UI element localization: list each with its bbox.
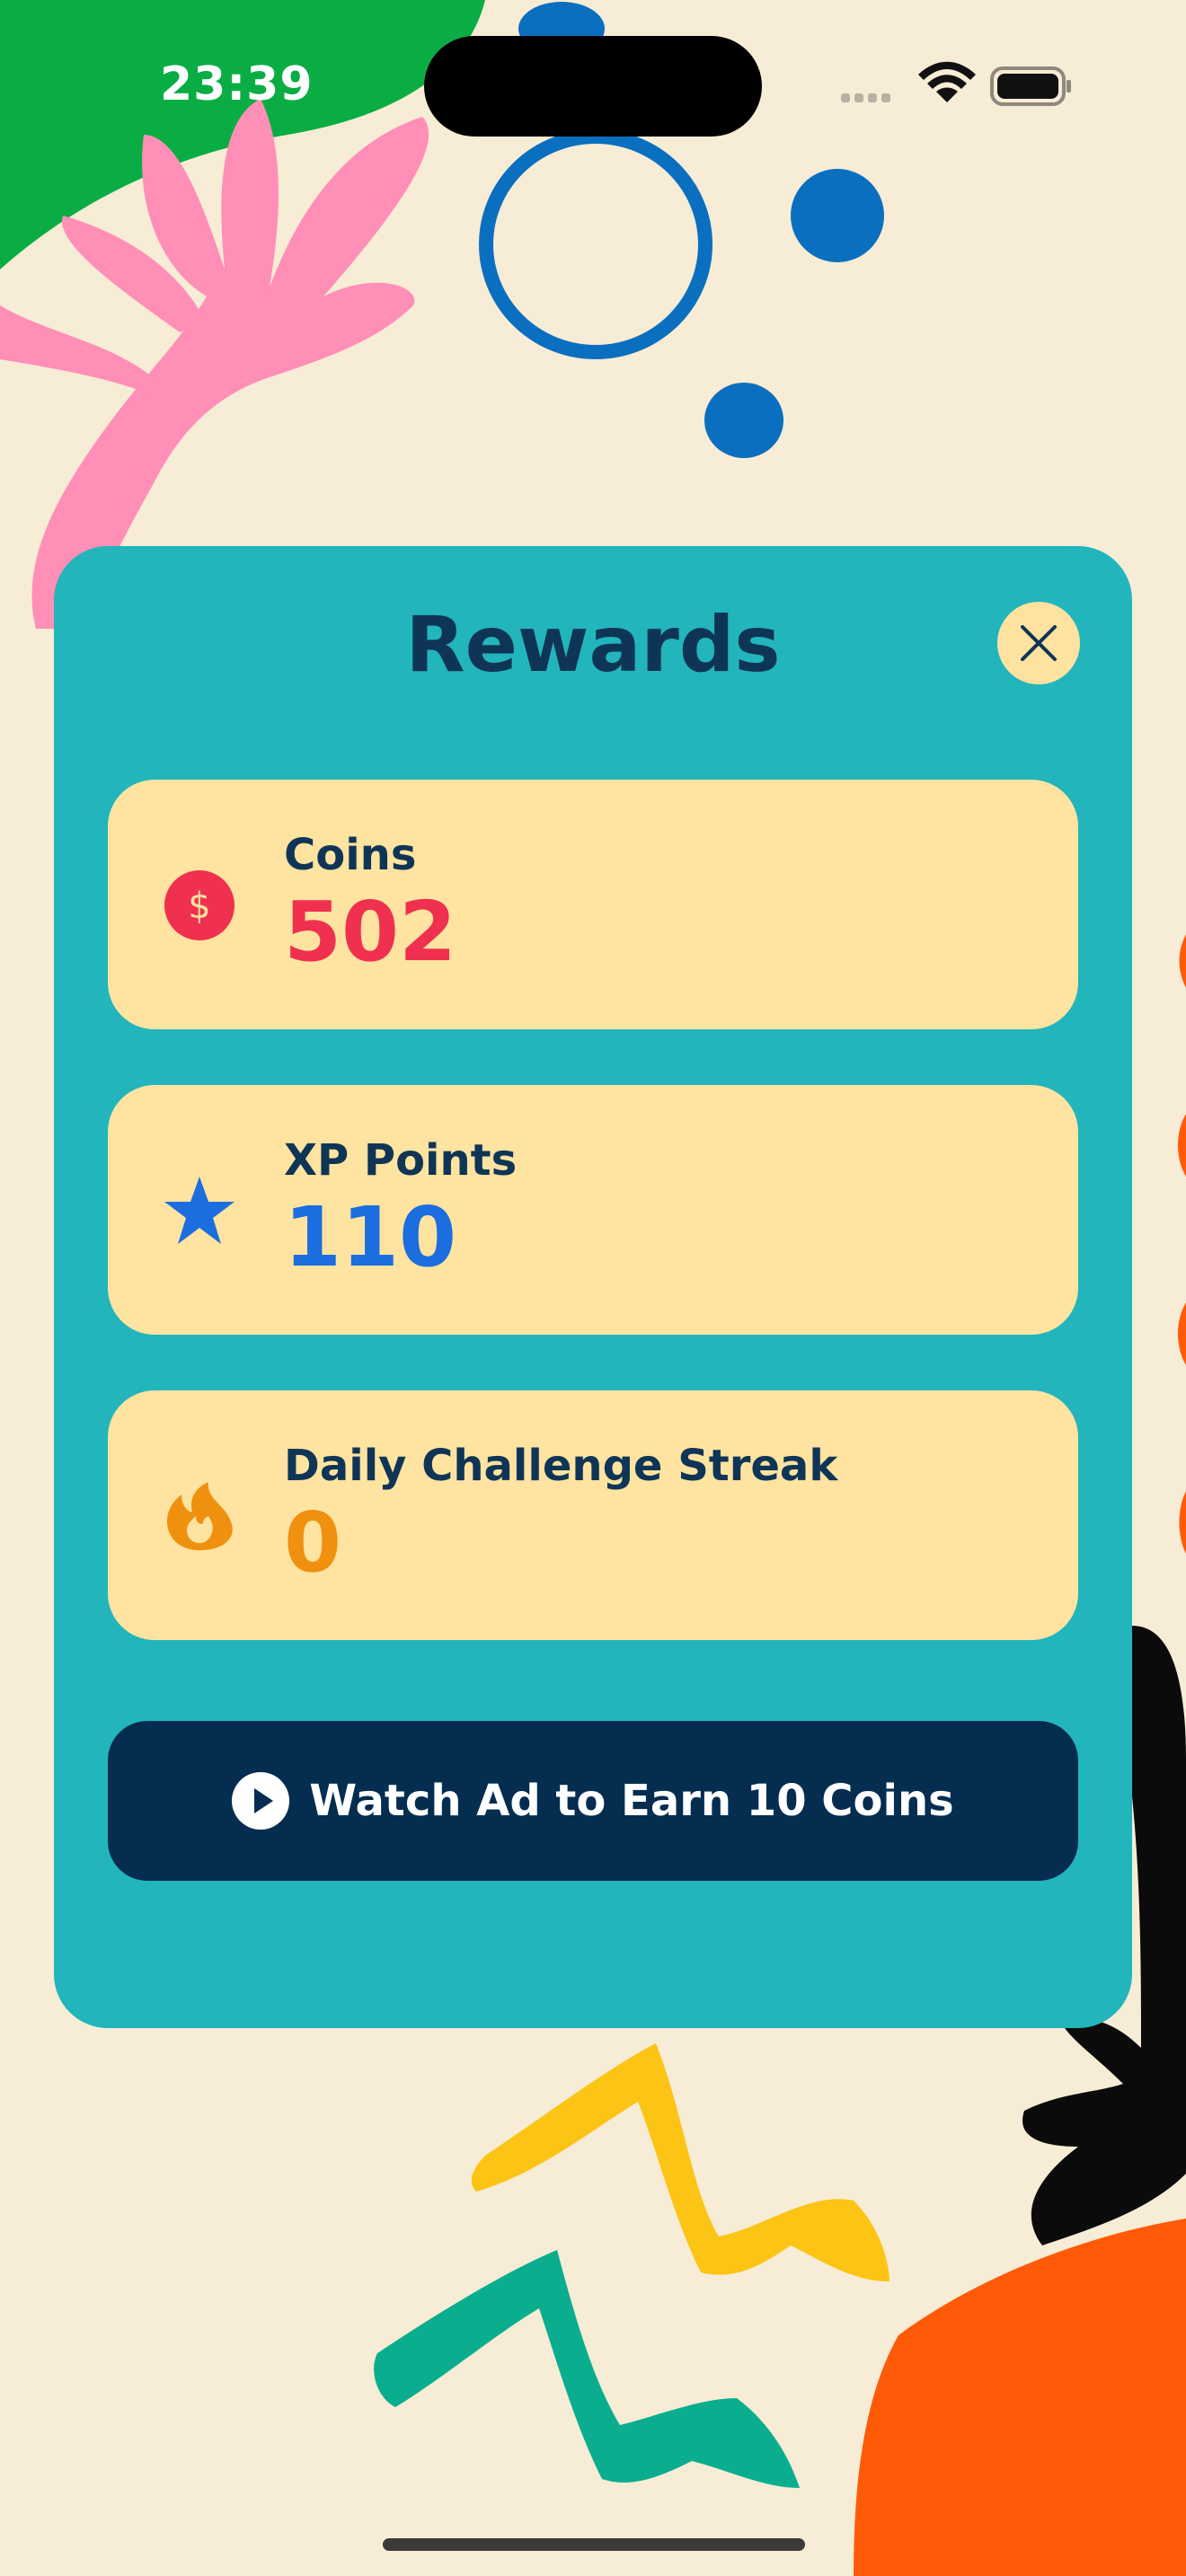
blue-dot-shape (704, 383, 783, 458)
status-indicators (841, 59, 1075, 113)
play-icon (232, 1772, 290, 1830)
dynamic-island (424, 36, 762, 137)
page-title: Rewards (405, 600, 781, 690)
dollar-coin-icon: $ (164, 870, 235, 940)
watch-ad-button[interactable]: Watch Ad to Earn 10 Coins (108, 1721, 1078, 1881)
rewards-panel: Rewards $ Coins 502 XP Points 110 Daily … (54, 546, 1132, 2028)
orange-edge-mark-shape (1179, 934, 1186, 988)
wifi-icon (918, 61, 976, 102)
battery-icon (990, 66, 1071, 106)
coins-value: 502 (284, 884, 457, 980)
flame-icon (167, 1482, 233, 1550)
svg-text:$: $ (188, 886, 210, 927)
xp-points-card: XP Points 110 (108, 1085, 1078, 1335)
daily-streak-value: 0 (284, 1495, 342, 1591)
star-icon (164, 1177, 235, 1244)
yellow-squiggle-shape (471, 2043, 890, 2281)
daily-streak-label: Daily Challenge Streak (284, 1441, 838, 1491)
blue-dot-shape (791, 169, 884, 262)
cellular-signal-icon (841, 93, 890, 102)
xp-points-value: 110 (284, 1189, 457, 1285)
home-indicator[interactable] (383, 2538, 805, 2551)
orange-edge-mark-shape (1178, 1302, 1186, 1365)
orange-edge-mark-shape (1178, 1114, 1186, 1177)
status-time: 23:39 (160, 57, 314, 111)
close-button[interactable] (997, 602, 1080, 684)
close-icon (1021, 625, 1057, 661)
watch-ad-label: Watch Ad to Earn 10 Coins (309, 1776, 954, 1826)
xp-points-label: XP Points (284, 1135, 518, 1186)
orange-blob-shape (854, 2219, 1186, 2576)
coins-label: Coins (284, 830, 417, 880)
orange-edge-mark-shape (1179, 1491, 1186, 1554)
teal-squiggle-shape (374, 2250, 800, 2488)
coins-card: $ Coins 502 (108, 780, 1078, 1029)
daily-streak-card: Daily Challenge Streak 0 (108, 1390, 1078, 1640)
